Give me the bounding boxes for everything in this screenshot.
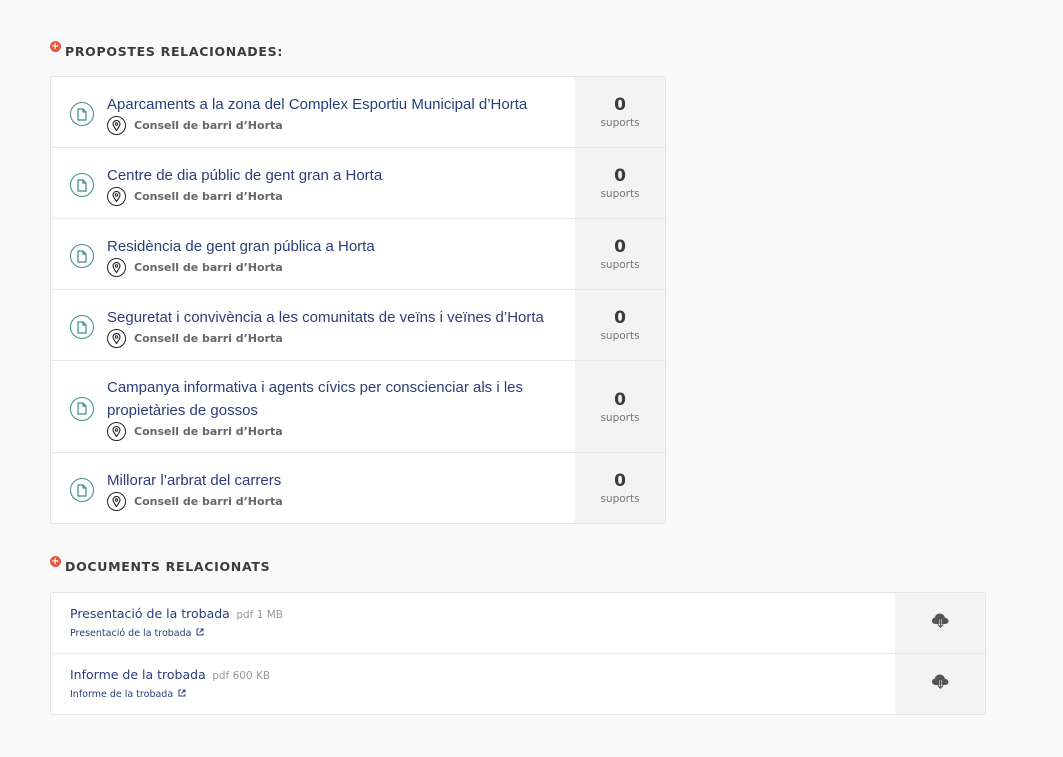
- document-icon: [70, 478, 94, 502]
- document-link[interactable]: Informe de la trobada: [70, 689, 186, 700]
- external-link-icon: [196, 628, 204, 639]
- plus-circle-icon: +: [50, 556, 61, 567]
- supports-count: 0: [614, 237, 626, 257]
- document-link[interactable]: Presentació de la trobada: [70, 628, 204, 639]
- supports-count: 0: [614, 166, 626, 186]
- document-icon: [70, 315, 94, 339]
- document-meta: pdf 1 MB: [236, 609, 283, 621]
- location-pin-icon: [107, 492, 126, 511]
- proposal-row[interactable]: Campanya informativa i agents cívics per…: [51, 360, 665, 452]
- proposals-heading: PROPOSTES RELACIONADES:: [65, 44, 284, 59]
- supports-label: suports: [600, 493, 640, 505]
- document-icon: [70, 102, 94, 126]
- documents-section-title: + DOCUMENTS RELACIONATS: [50, 556, 271, 574]
- proposal-title-link[interactable]: Residència de gent gran pública a Horta: [107, 235, 375, 258]
- location-pin-icon: [107, 187, 126, 206]
- supports-count: 0: [614, 389, 626, 410]
- proposal-row[interactable]: Millorar l’arbrat del carrers Consell de…: [51, 452, 665, 523]
- documents-heading: DOCUMENTS RELACIONATS: [65, 559, 271, 574]
- download-button[interactable]: [895, 593, 985, 653]
- supports-box: 0 suports: [575, 77, 665, 147]
- proposals-list: Aparcaments a la zona del Complex Esport…: [50, 76, 666, 524]
- documents-list: Presentació de la trobada pdf 1 MB Prese…: [50, 592, 986, 715]
- proposal-row[interactable]: Seguretat i convivència a les comunitats…: [51, 289, 665, 360]
- supports-count: 0: [614, 95, 626, 115]
- location-pin-icon: [107, 329, 126, 348]
- document-row: Presentació de la trobada pdf 1 MB Prese…: [51, 593, 985, 653]
- document-icon: [70, 396, 94, 421]
- supports-label: suports: [600, 330, 640, 342]
- supports-box: 0 suports: [575, 453, 665, 523]
- proposal-scope: Consell de barri d’Horta: [134, 495, 283, 508]
- supports-box: 0 suports: [575, 219, 665, 289]
- document-title[interactable]: Informe de la trobada: [70, 667, 206, 682]
- proposal-scope: Consell de barri d’Horta: [134, 332, 283, 345]
- proposal-scope: Consell de barri d’Horta: [134, 190, 283, 203]
- proposal-title-link[interactable]: Seguretat i convivència a les comunitats…: [107, 306, 544, 329]
- proposal-title-link[interactable]: Aparcaments a la zona del Complex Esport…: [107, 93, 527, 116]
- document-icon: [70, 173, 94, 197]
- proposal-row[interactable]: Residència de gent gran pública a Horta …: [51, 218, 665, 289]
- supports-count: 0: [614, 308, 626, 328]
- supports-count: 0: [614, 471, 626, 491]
- proposal-scope: Consell de barri d’Horta: [134, 119, 283, 132]
- proposals-section-title: + PROPOSTES RELACIONADES:: [50, 41, 284, 59]
- location-pin-icon: [107, 422, 126, 441]
- location-pin-icon: [107, 258, 126, 277]
- proposal-scope: Consell de barri d’Horta: [134, 425, 283, 438]
- document-icon: [70, 244, 94, 268]
- document-title[interactable]: Presentació de la trobada: [70, 606, 230, 621]
- proposal-title-link[interactable]: Campanya informativa i agents cívics per…: [107, 376, 537, 422]
- cloud-download-icon: [931, 612, 950, 634]
- external-link-icon: [178, 689, 186, 700]
- download-button[interactable]: [895, 654, 985, 714]
- plus-circle-icon: +: [50, 41, 61, 52]
- supports-box: 0 suports: [575, 148, 665, 218]
- document-row: Informe de la trobada pdf 600 KB Informe…: [51, 653, 985, 714]
- document-meta: pdf 600 KB: [212, 670, 271, 682]
- proposal-title-link[interactable]: Millorar l’arbrat del carrers: [107, 469, 283, 492]
- supports-label: suports: [600, 117, 640, 129]
- proposal-row[interactable]: Aparcaments a la zona del Complex Esport…: [51, 77, 665, 147]
- proposal-title-link[interactable]: Centre de dia públic de gent gran a Hort…: [107, 164, 382, 187]
- proposal-row[interactable]: Centre de dia públic de gent gran a Hort…: [51, 147, 665, 218]
- supports-label: suports: [600, 411, 640, 424]
- document-link-label: Informe de la trobada: [70, 689, 174, 700]
- document-link-label: Presentació de la trobada: [70, 628, 192, 639]
- proposal-scope: Consell de barri d’Horta: [134, 261, 283, 274]
- supports-label: suports: [600, 188, 640, 200]
- location-pin-icon: [107, 116, 126, 135]
- supports-label: suports: [600, 259, 640, 271]
- supports-box: 0 suports: [575, 361, 665, 452]
- cloud-download-icon: [931, 673, 950, 695]
- supports-box: 0 suports: [575, 290, 665, 360]
